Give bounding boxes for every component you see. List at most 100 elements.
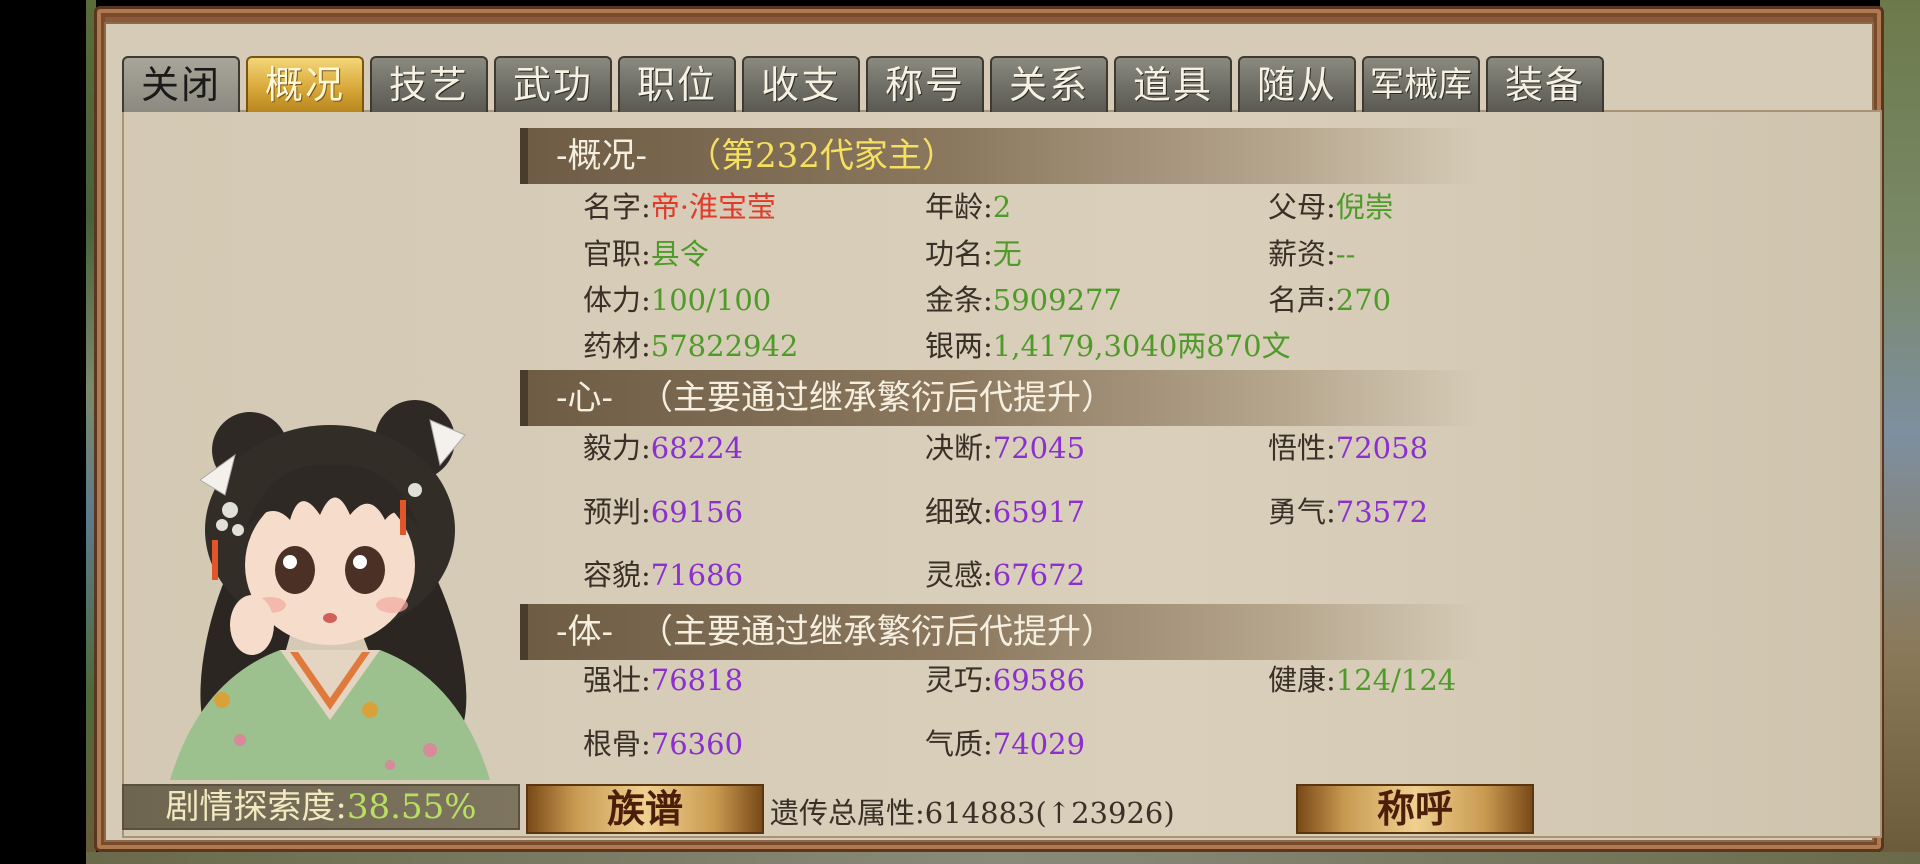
stat-label: 功名: (925, 237, 993, 271)
exploration-label: 剧情探索度: (165, 787, 347, 827)
genealogy-button[interactable]: 族谱 (526, 784, 764, 834)
stat-meticulousness: 细致:65917 (925, 494, 1085, 530)
character-portrait (170, 400, 490, 780)
tab-followers[interactable]: 随从 (1238, 56, 1356, 112)
stat-stamina: 体力:100/100 (583, 282, 771, 318)
game-screen: 关闭 概况 技艺 武功 职位 收支 称号 关系 道具 随从 军械库 装备 -概况… (0, 0, 1920, 864)
stamina-value: 100/100 (650, 283, 772, 317)
stat-silver: 银两:1,4179,3040两870文 (925, 328, 1291, 364)
tab-titles[interactable]: 称号 (866, 56, 984, 112)
stat-label: 灵巧: (925, 663, 993, 697)
stat-label: 名字: (583, 190, 651, 224)
stat-label: 薪资: (1268, 237, 1336, 271)
stat-value: 74029 (992, 727, 1086, 761)
title-address-button[interactable]: 称呼 (1296, 784, 1534, 834)
stat-herbs: 药材:57822942 (583, 328, 798, 364)
tab-martial[interactable]: 武功 (494, 56, 612, 112)
story-exploration-progress: 剧情探索度:38.55% (122, 784, 520, 830)
stat-label: 父母: (1268, 190, 1336, 224)
tab-relations[interactable]: 关系 (990, 56, 1108, 112)
tab-finance[interactable]: 收支 (742, 56, 860, 112)
stat-strength: 强壮:76818 (583, 662, 743, 698)
body-header: -体- （主要通过继承繁衍后代提升） (520, 604, 1480, 660)
tab-close[interactable]: 关闭 (122, 56, 240, 112)
stat-label: 气质: (925, 727, 993, 761)
herbs-value: 57822942 (650, 329, 799, 363)
stat-label: 官职: (583, 237, 651, 271)
stat-age: 年龄:2 (925, 189, 1011, 225)
tab-armory[interactable]: 军械库 (1362, 56, 1480, 112)
tab-overview[interactable]: 概况 (246, 56, 364, 112)
stat-label: 根骨: (583, 727, 651, 761)
fame-value: 270 (1335, 283, 1392, 317)
overview-header: -概况- （第232代家主） (520, 128, 1480, 184)
exploration-value: 38.55% (346, 787, 477, 827)
tab-equipment[interactable]: 装备 (1486, 56, 1604, 112)
stat-label: 强壮: (583, 663, 651, 697)
stat-inspiration: 灵感:67672 (925, 557, 1085, 593)
salary-value: -- (1335, 237, 1356, 271)
stat-salary: 薪资:-- (1268, 236, 1355, 272)
stat-label: 灵感: (925, 558, 993, 592)
stat-courage: 勇气:73572 (1268, 494, 1428, 530)
tab-position[interactable]: 职位 (618, 56, 736, 112)
mind-note: （主要通过继承繁衍后代提升） (638, 378, 1115, 418)
stat-value: 67672 (992, 558, 1086, 592)
stat-label: 药材: (583, 329, 651, 363)
stat-name: 名字:帝·淮宝莹 (583, 189, 776, 225)
stat-merit: 功名:无 (925, 236, 1022, 272)
stat-label: 毅力: (583, 431, 651, 465)
stat-gold: 金条:5909277 (925, 282, 1122, 318)
stat-value: 124/124 (1335, 663, 1457, 697)
stat-value: 76818 (650, 663, 744, 697)
stat-foresight: 预判:69156 (583, 494, 743, 530)
map-background-right (1880, 0, 1920, 864)
stat-value: 76360 (650, 727, 744, 761)
genetic-total-text: 遗传总属性:614883( (770, 796, 1047, 830)
office-value: 县令 (650, 237, 709, 271)
stat-value: 73572 (1335, 495, 1429, 529)
stat-label: 名声: (1268, 283, 1336, 317)
stat-constitution: 根骨:76360 (583, 726, 743, 762)
stat-value: 72058 (1335, 431, 1429, 465)
stat-temperament: 气质:74029 (925, 726, 1085, 762)
stat-office: 官职:县令 (583, 236, 709, 272)
stat-label: 银两: (925, 329, 993, 363)
overview-title: -概况- (556, 136, 647, 176)
stat-value: 71686 (650, 558, 744, 592)
stat-label: 悟性: (1268, 431, 1336, 465)
body-title: -体- (556, 612, 613, 652)
tab-skills[interactable]: 技艺 (370, 56, 488, 112)
stat-value: 65917 (992, 495, 1086, 529)
name-value: 帝·淮宝莹 (650, 190, 776, 224)
stat-decisiveness: 决断:72045 (925, 430, 1085, 466)
merit-value: 无 (992, 237, 1022, 271)
stat-label: 年龄: (925, 190, 993, 224)
silver-value: 1,4179,3040两870文 (992, 329, 1291, 363)
stat-label: 细致: (925, 495, 993, 529)
stat-value: 69586 (992, 663, 1086, 697)
age-value: 2 (992, 190, 1012, 224)
stat-health: 健康:124/124 (1268, 662, 1456, 698)
stat-label: 预判: (583, 495, 651, 529)
stat-label: 决断: (925, 431, 993, 465)
stat-label: 容貌: (583, 558, 651, 592)
body-note: （主要通过继承繁衍后代提升） (638, 612, 1115, 652)
generation-label: （第232代家主） (686, 136, 956, 176)
genetic-total-attributes: 遗传总属性:614883(↑23926) (770, 790, 1175, 832)
stat-parents: 父母:倪崇 (1268, 189, 1394, 225)
tab-bar: 关闭 概况 技艺 武功 职位 收支 称号 关系 道具 随从 军械库 装备 (122, 56, 1610, 112)
stat-comprehension: 悟性:72058 (1268, 430, 1428, 466)
stat-fame: 名声:270 (1268, 282, 1391, 318)
stat-agility: 灵巧:69586 (925, 662, 1085, 698)
map-background-bottom (86, 852, 1920, 864)
stat-label: 健康: (1268, 663, 1336, 697)
mind-header: -心- （主要通过继承繁衍后代提升） (520, 370, 1480, 426)
stat-value: 69156 (650, 495, 744, 529)
stat-label: 勇气: (1268, 495, 1336, 529)
tab-items[interactable]: 道具 (1114, 56, 1232, 112)
gold-value: 5909277 (992, 283, 1122, 317)
up-arrow-icon: ↑ (1046, 796, 1072, 830)
stat-label: 金条: (925, 283, 993, 317)
stat-perseverance: 毅力:68224 (583, 430, 743, 466)
